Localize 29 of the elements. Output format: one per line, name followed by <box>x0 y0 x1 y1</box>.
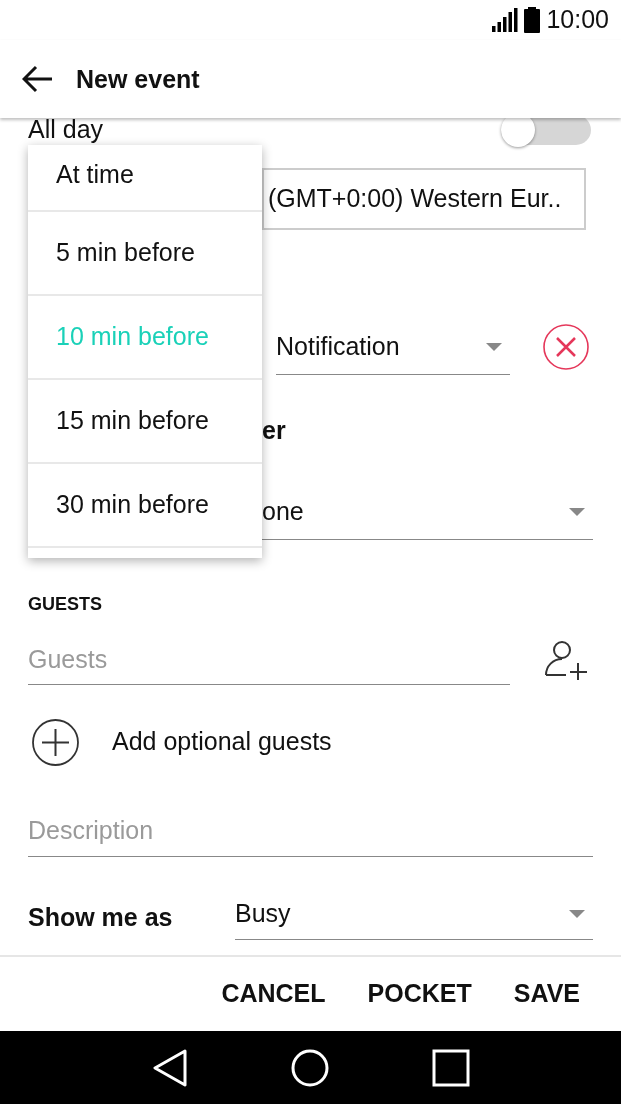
all-day-switch[interactable] <box>501 118 591 145</box>
menu-item[interactable]: 30 min before <box>56 486 209 524</box>
clock-time: 10:00 <box>546 4 609 36</box>
back-icon[interactable] <box>151 1048 188 1087</box>
reminder-type-select[interactable]: Notification <box>276 319 510 375</box>
home-icon[interactable] <box>290 1048 329 1087</box>
pocket-button[interactable]: POCKET <box>346 967 493 1021</box>
signal-icon <box>492 8 519 32</box>
battery-icon <box>524 7 541 33</box>
save-button[interactable]: SAVE <box>492 967 601 1021</box>
show-me-as-label: Show me as <box>28 902 174 934</box>
add-circle-icon[interactable] <box>32 718 79 766</box>
timezone-field[interactable]: (GMT+0:00) Western Eur.. <box>262 168 586 230</box>
availability-select[interactable]: Busy <box>235 888 593 940</box>
description-field[interactable]: Description <box>28 805 593 857</box>
menu-item[interactable]: 5 min before <box>56 234 195 272</box>
cancel-button[interactable]: CANCEL <box>200 967 347 1021</box>
guests-field[interactable]: Guests <box>28 635 510 685</box>
back-arrow-icon[interactable] <box>22 65 54 93</box>
reminder-label: er <box>262 415 286 447</box>
section-heading: GUESTS <box>28 592 102 616</box>
recents-icon[interactable] <box>431 1048 470 1087</box>
add-person-icon[interactable] <box>544 639 588 681</box>
all-day-label: All day <box>28 118 104 146</box>
menu-item[interactable]: At time <box>56 156 134 194</box>
menu-item[interactable]: 15 min before <box>56 402 209 440</box>
remove-icon[interactable] <box>543 324 589 370</box>
add-optional-guests-link[interactable]: Add optional guests <box>112 723 332 761</box>
screen-title: New event <box>76 64 200 94</box>
